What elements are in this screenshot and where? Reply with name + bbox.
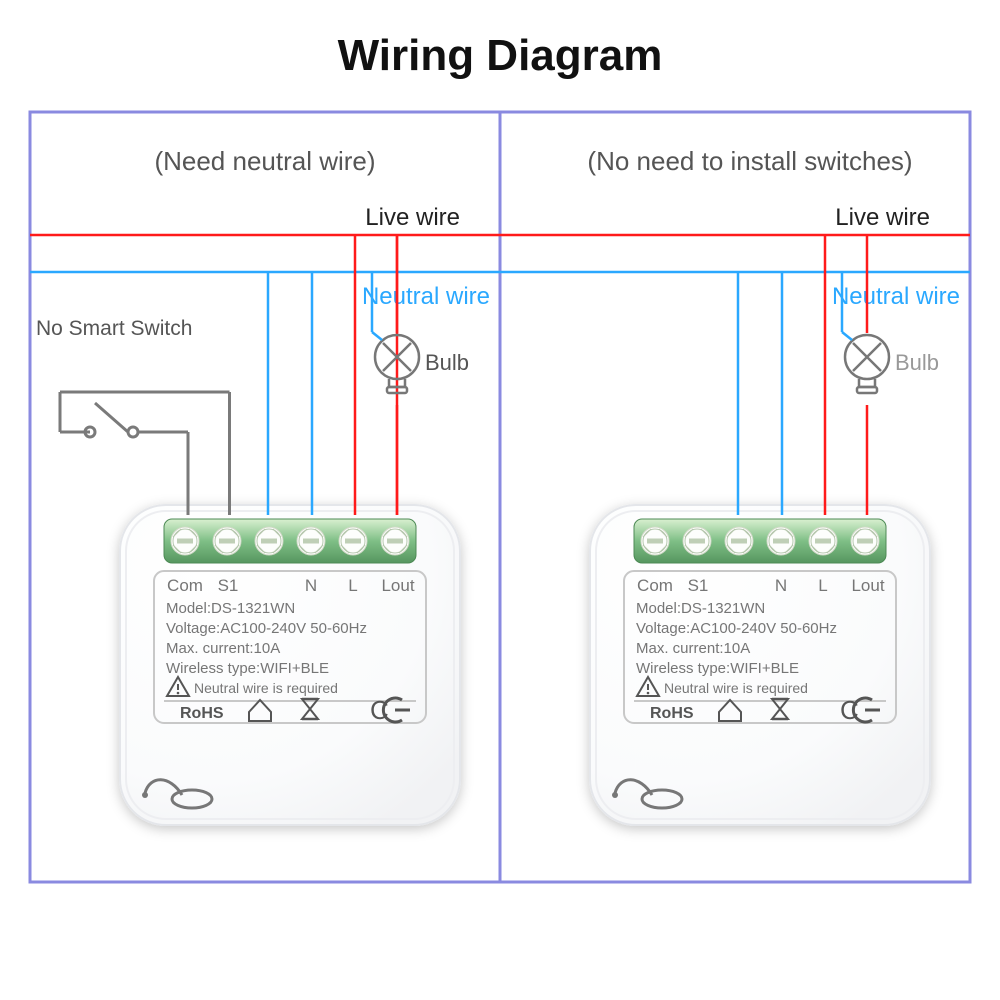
live-wire-label-r: Live wire [835, 204, 930, 231]
switch-label: No Smart Switch [36, 317, 192, 340]
neutral-wire-label: Neutral wire [362, 283, 490, 310]
device-right [590, 505, 930, 825]
panel-right: (No need to install switches) Live wire … [500, 146, 970, 825]
bulb-label-right: Bulb [895, 350, 939, 375]
page-title: Wiring Diagram [338, 31, 663, 80]
neutral-wire-label-r: Neutral wire [832, 283, 960, 310]
left-subtitle: (Need neutral wire) [154, 146, 375, 176]
bulb-label-left: Bulb [425, 350, 469, 375]
no-smart-switch: No Smart Switch [36, 272, 268, 515]
panel-left: (Need neutral wire) Live wire Neutral wi… [30, 146, 500, 825]
bulb-icon-right [845, 335, 889, 393]
device-left [120, 505, 460, 825]
right-subtitle: (No need to install switches) [587, 146, 912, 176]
